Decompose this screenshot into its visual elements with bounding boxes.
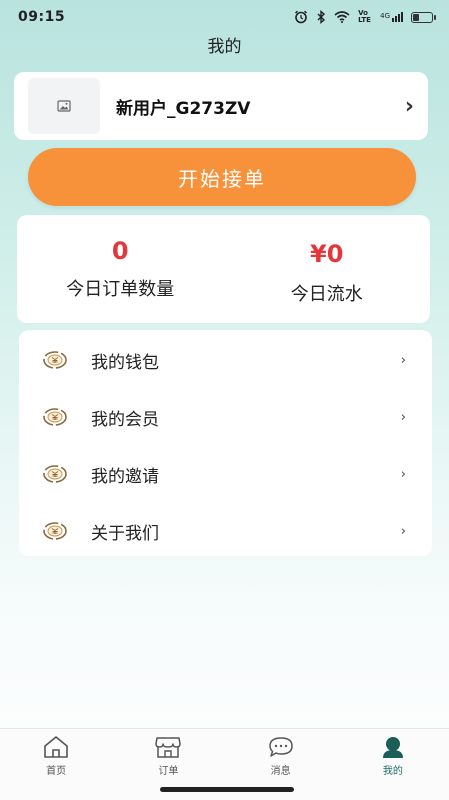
profile-icon (382, 737, 403, 758)
signal-bar (398, 14, 400, 22)
wifi-icon (334, 11, 350, 23)
volte-indicator: Vo LTE (358, 9, 371, 24)
menu-label-about: 关于我们 (91, 523, 159, 544)
tab-profile[interactable]: 我的 (337, 729, 449, 800)
alarm-icon (295, 10, 308, 24)
menu-item-wallet[interactable]: 我的钱包 › (19, 332, 432, 388)
status-icons: Vo LTE 4G (294, 9, 436, 24)
page-title: 我的 (207, 37, 242, 57)
signal-bar (392, 18, 394, 22)
menu-item-invitations[interactable]: 我的邀请 › (19, 446, 432, 502)
shop-icon (155, 737, 182, 758)
bluetooth-icon (317, 10, 326, 24)
tab-label-messages: 消息 (270, 766, 291, 777)
signal-bar (395, 16, 397, 22)
chevron-right-icon: › (400, 466, 406, 482)
signal-indicator: 4G (380, 12, 403, 22)
stats-card: 0 今日订单数量 ¥0 今日流水 (17, 215, 430, 323)
start-orders-button[interactable]: 开始接单 (28, 148, 416, 206)
menu-item-membership[interactable]: 我的会员 › (19, 389, 432, 445)
menu-label-wallet: 我的钱包 (91, 352, 159, 373)
stat-revenue: ¥0 今日流水 (224, 215, 431, 323)
network-type: 4G (380, 12, 390, 20)
tab-home[interactable]: 首页 (0, 729, 112, 800)
revenue-value: ¥0 (310, 240, 344, 268)
coin-icon (43, 351, 67, 369)
status-time: 09:15 (18, 9, 66, 25)
username: 新用户_G273ZV (116, 98, 251, 119)
tab-label-home: 首页 (46, 766, 67, 777)
menu-label-membership: 我的会员 (91, 409, 159, 430)
home-icon (44, 736, 68, 758)
profile-card[interactable]: 新用户_G273ZV › (14, 72, 428, 140)
avatar[interactable] (28, 78, 100, 134)
tab-label-profile: 我的 (382, 766, 403, 777)
menu-item-about[interactable]: 关于我们 › (19, 503, 432, 559)
home-indicator[interactable] (160, 787, 294, 792)
signal-bar (401, 12, 403, 22)
orders-count: 0 (111, 237, 129, 265)
chevron-right-icon: › (400, 523, 406, 539)
chevron-right-icon[interactable]: › (405, 94, 414, 119)
menu-card: 我的钱包 › 我的会员 › 我的邀请 › 关于我们 › (19, 330, 432, 556)
coin-icon (43, 465, 67, 483)
image-icon (57, 100, 71, 112)
message-icon (268, 737, 293, 757)
tab-label-orders: 订单 (158, 766, 179, 777)
orders-label: 今日订单数量 (66, 279, 175, 300)
stat-orders: 0 今日订单数量 (17, 215, 224, 323)
menu-label-invitations: 我的邀请 (91, 466, 159, 487)
chevron-right-icon: › (400, 352, 406, 368)
battery-icon (411, 11, 436, 23)
chevron-right-icon: › (400, 409, 406, 425)
revenue-label: 今日流水 (290, 284, 363, 305)
coin-icon (43, 522, 67, 540)
status-bar: 09:15 Vo LTE 4G (0, 0, 449, 34)
coin-icon (43, 408, 67, 426)
